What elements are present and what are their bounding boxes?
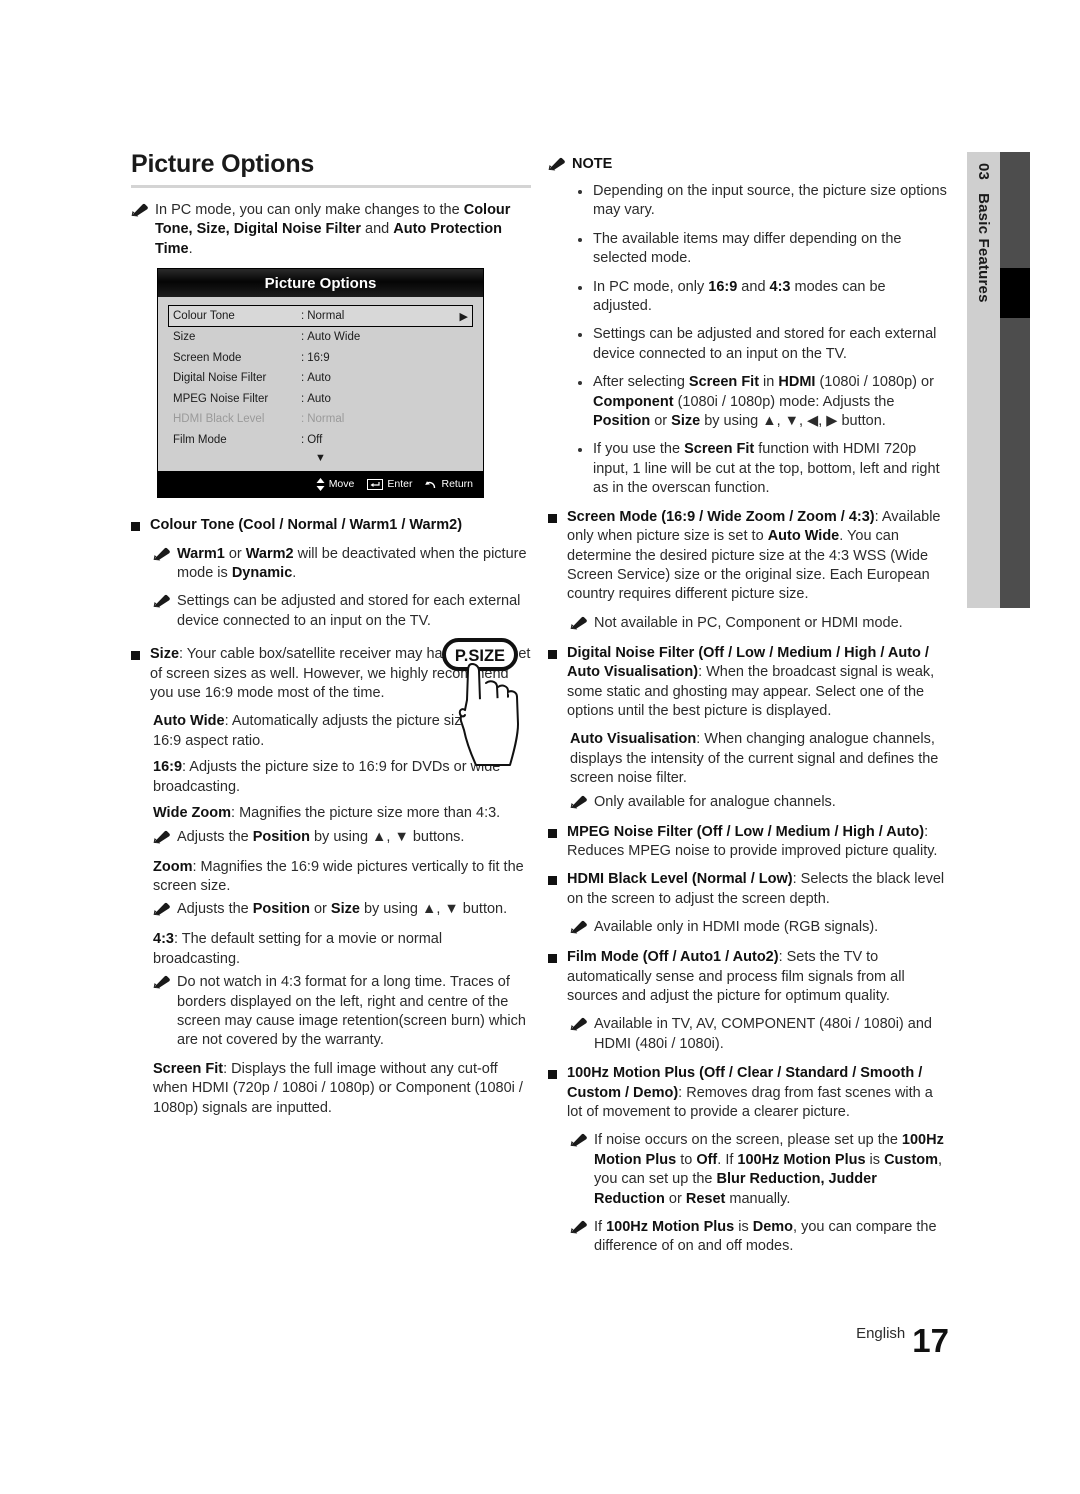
pencil-note-icon (153, 902, 171, 921)
item-film-mode: Film Mode (Off / Auto1 / Auto2): Sets th… (548, 948, 948, 1006)
colour-tone-note-2: Settings can be adjusted and stored for … (153, 592, 531, 631)
intro-note-text: In PC mode, you can only make changes to… (155, 202, 511, 257)
auto-visualisation: Auto Visualisation: When changing analog… (570, 731, 939, 787)
chapter-tab-text: 03 Basic Features (967, 152, 1000, 608)
pencil-note-icon (570, 1220, 588, 1239)
pencil-note-icon (153, 547, 171, 566)
size-4-3: 4:3: The default setting for a movie or … (153, 931, 443, 967)
tv-osd-menu: Picture Options Colour Tone : Normal ▶ Si… (157, 268, 484, 499)
page-title: Picture Options (131, 150, 315, 178)
screen-mode-note: Not available in PC, Component or HDMI m… (570, 614, 948, 635)
wide-zoom-note: Adjusts the Position by using ▲, ▼ butto… (153, 828, 531, 849)
page-footer: English 17 (0, 1322, 1080, 1360)
item-colour-tone-heading: Colour Tone (Cool / Normal / Warm1 / War… (150, 517, 463, 534)
up-down-arrow-icon (316, 477, 325, 491)
motion-plus-note-1: If noise occurs on the screen, please se… (570, 1131, 948, 1209)
size-screen-fit: Screen Fit: Displays the full image with… (153, 1060, 523, 1116)
zoom-note: Adjusts the Position or Size by using ▲,… (153, 900, 531, 921)
size-wide-zoom: Wide Zoom: Magnifies the picture size mo… (153, 805, 501, 822)
pencil-note-icon (570, 1133, 588, 1152)
dot-bullet-icon (578, 237, 582, 242)
four-three-note: Do not watch in 4:3 format for a long ti… (153, 973, 531, 1051)
square-bullet-icon (548, 649, 557, 659)
osd-footer: Move Enter Return (158, 471, 483, 498)
square-bullet-icon (548, 828, 557, 838)
note-heading: NOTE (572, 156, 613, 172)
note-item: Settings can be adjusted and stored for … (578, 325, 948, 364)
digital-noise-filter-note: Only available for analogue channels. (570, 793, 948, 814)
pencil-note-icon (570, 1017, 588, 1036)
item-mpeg-noise-filter: MPEG Noise Filter (Off / Low / Medium / … (548, 823, 948, 862)
dot-bullet-icon (578, 190, 582, 194)
pencil-note-icon (570, 616, 588, 635)
chapter-number: 03 (975, 163, 992, 181)
item-colour-tone: Colour Tone (Cool / Normal / Warm1 / War… (131, 516, 531, 535)
enter-key-icon (367, 478, 384, 490)
down-arrow-icon[interactable]: ▼ (168, 450, 473, 467)
note-item: In PC mode, only 16:9 and 4:3 modes can … (578, 278, 948, 317)
osd-row-digital-noise-filter[interactable]: Digital Noise Filter : Auto (168, 368, 473, 389)
motion-plus-note-2: If 100Hz Motion Plus is Demo, you can co… (570, 1218, 948, 1257)
pencil-note-icon (131, 203, 149, 222)
osd-row-hdmi-black-level: HDMI Black Level : Normal (173, 413, 345, 426)
osd-row-size[interactable]: Size : Auto Wide (168, 327, 473, 348)
dot-bullet-icon (578, 448, 582, 453)
item-motion-plus: 100Hz Motion Plus (Off / Clear / Standar… (548, 1064, 948, 1122)
note-heading-row: NOTE (548, 155, 948, 176)
psize-button-label: P.SIZE (455, 647, 505, 665)
osd-footer-enter: Enter (367, 478, 412, 490)
return-arrow-icon (425, 481, 436, 489)
chapter-label: Basic Features (975, 193, 992, 303)
dot-bullet-icon (578, 285, 582, 290)
osd-row-film-mode[interactable]: Film Mode : Off (168, 430, 473, 451)
note-item: Depending on the input source, the pictu… (578, 182, 948, 221)
psize-remote-illustration: P.SIZE (440, 636, 532, 776)
colour-tone-note-1: Warm1 or Warm2 will be deactivated when … (153, 545, 531, 584)
pencil-note-icon (570, 920, 588, 939)
note-item: After selecting Screen Fit in HDMI (1080… (578, 373, 948, 431)
chapter-progress-bar (1000, 152, 1030, 608)
size-zoom: Zoom: Magnifies the 16:9 wide pictures v… (153, 858, 524, 894)
dot-bullet-icon (578, 333, 582, 338)
osd-footer-move: Move (316, 477, 354, 491)
right-arrow-icon: ▶ (459, 310, 468, 323)
square-bullet-icon (131, 651, 140, 661)
note-item: If you use the Screen Fit function with … (578, 440, 948, 498)
square-bullet-icon (548, 954, 557, 964)
item-hdmi-black-level: HDMI Black Level (Normal / Low): Selects… (548, 870, 948, 909)
hdmi-black-level-note: Available only in HDMI mode (RGB signals… (570, 918, 948, 939)
osd-row-screen-mode[interactable]: Screen Mode :16:9 (168, 348, 473, 369)
note-item: The available items may differ depending… (578, 230, 948, 269)
left-column: Picture Options In PC mode, you can only… (131, 150, 531, 1118)
pencil-note-icon (570, 795, 588, 814)
film-mode-note: Available in TV, AV, COMPONENT (480i / 1… (570, 1015, 948, 1054)
pencil-note-icon (153, 975, 171, 994)
dot-bullet-icon (578, 381, 582, 386)
osd-row-colour-tone[interactable]: Colour Tone : Normal ▶ (168, 305, 473, 328)
right-column: NOTE Depending on the input source, the … (548, 155, 948, 1266)
note-list: Depending on the input source, the pictu… (578, 182, 948, 499)
osd-footer-return: Return (425, 478, 473, 490)
square-bullet-icon (548, 513, 557, 523)
title-divider (131, 185, 531, 188)
intro-note: In PC mode, you can only make changes to… (131, 201, 531, 259)
footer-language: English (856, 1325, 906, 1342)
pencil-note-icon (153, 830, 171, 849)
osd-row-mpeg-noise-filter[interactable]: MPEG Noise Filter : Auto (168, 389, 473, 410)
square-bullet-icon (548, 1070, 557, 1080)
osd-title: Picture Options (158, 269, 483, 298)
item-screen-mode: Screen Mode (16:9 / Wide Zoom / Zoom / 4… (548, 508, 948, 605)
osd-rows: Colour Tone : Normal ▶ Size : Auto Wide Sc… (158, 297, 483, 472)
pencil-note-icon (153, 594, 171, 613)
square-bullet-icon (131, 522, 140, 532)
chapter-progress-bar-active (1000, 268, 1030, 318)
chapter-tab: 03 Basic Features (967, 152, 1000, 608)
square-bullet-icon (548, 876, 557, 886)
manual-page: 03 Basic Features Picture Options In PC … (0, 0, 1080, 1494)
item-digital-noise-filter: Digital Noise Filter (Off / Low / Medium… (548, 644, 948, 722)
pencil-note-icon (548, 157, 566, 176)
footer-page-number: 17 (912, 1322, 949, 1359)
